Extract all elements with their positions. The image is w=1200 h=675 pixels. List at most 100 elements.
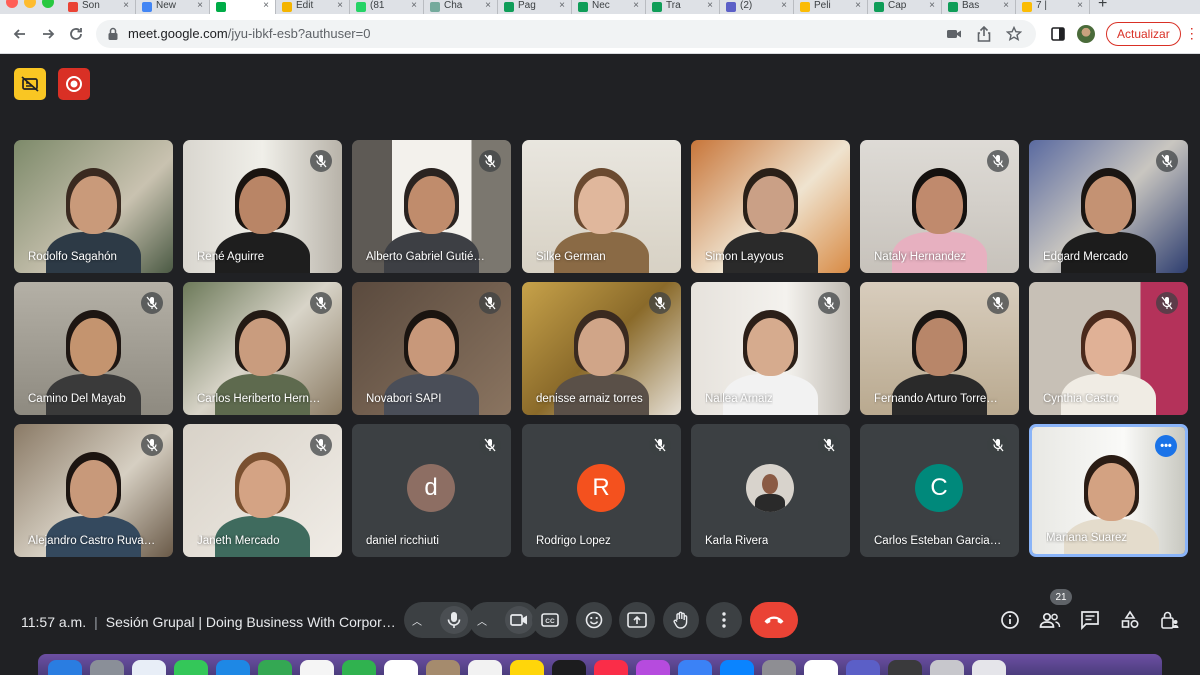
participant-tile[interactable]: Nataly Hernandez: [860, 140, 1019, 273]
close-tab-icon[interactable]: ×: [855, 0, 861, 11]
participant-tile[interactable]: Camino Del Mayab: [14, 282, 173, 415]
minimize-window-button[interactable]: [24, 0, 36, 8]
present-screen-button[interactable]: [619, 602, 655, 638]
contacts-icon[interactable]: [426, 660, 460, 675]
recording-indicator[interactable]: [58, 68, 90, 100]
side-panel-icon[interactable]: [1044, 20, 1072, 48]
browser-tab[interactable]: (2) ×: [720, 0, 794, 14]
participant-tile[interactable]: denisse arnaiz torres: [522, 282, 681, 415]
browser-tab[interactable]: Cap ×: [868, 0, 942, 14]
participant-tile[interactable]: Rodolfo Sagahón: [14, 140, 173, 273]
participant-tile[interactable]: Fernando Arturo Torre…: [860, 282, 1019, 415]
close-tab-icon[interactable]: ×: [707, 0, 713, 11]
close-tab-icon[interactable]: ×: [929, 0, 935, 11]
teams-app-icon[interactable]: [846, 660, 880, 675]
facetime-icon[interactable]: [342, 660, 376, 675]
chevron-up-icon[interactable]: ︿: [412, 613, 422, 628]
microphone-control[interactable]: ︿: [404, 602, 474, 638]
participant-tile[interactable]: Alberto Gabriel Gutié…: [352, 140, 511, 273]
update-button[interactable]: Actualizar: [1106, 21, 1181, 46]
close-tab-icon[interactable]: ×: [123, 0, 129, 11]
camera-button[interactable]: [505, 606, 533, 634]
zoom-window-button[interactable]: [42, 0, 54, 8]
browser-tab[interactable]: Pag ×: [498, 0, 572, 14]
browser-tab[interactable]: New ×: [136, 0, 210, 14]
trash-icon[interactable]: [972, 660, 1006, 675]
meeting-details-button[interactable]: [994, 604, 1026, 636]
captions-off-indicator[interactable]: [14, 68, 46, 100]
mail-icon[interactable]: [216, 660, 250, 675]
camera-control[interactable]: ︿: [469, 602, 539, 638]
browser-tab[interactable]: Son ×: [62, 0, 136, 14]
participant-tile[interactable]: Alejandro Castro Ruva…: [14, 424, 173, 557]
close-window-button[interactable]: [6, 0, 18, 8]
close-tab-icon[interactable]: ×: [485, 0, 491, 11]
new-tab-button[interactable]: +: [1090, 0, 1115, 13]
browser-tab[interactable]: Cha ×: [424, 0, 498, 14]
safari-icon[interactable]: [132, 660, 166, 675]
lock-icon[interactable]: [106, 27, 120, 41]
close-tab-icon[interactable]: ×: [411, 0, 417, 11]
forward-button[interactable]: [34, 20, 62, 48]
microphone-button[interactable]: [440, 606, 468, 634]
browser-tab[interactable]: Nec ×: [572, 0, 646, 14]
meeting-title[interactable]: Sesión Grupal | Doing Business With Corp…: [106, 614, 396, 630]
music-icon[interactable]: [594, 660, 628, 675]
tv-icon[interactable]: [552, 660, 586, 675]
activities-button[interactable]: [1114, 604, 1146, 636]
chevron-up-icon[interactable]: ︿: [477, 613, 487, 628]
calendar-app-icon[interactable]: [384, 660, 418, 675]
browser-tab[interactable]: Bas ×: [942, 0, 1016, 14]
people-button[interactable]: [1034, 604, 1066, 636]
back-button[interactable]: [6, 20, 34, 48]
app-store-icon[interactable]: [720, 660, 754, 675]
close-tab-icon[interactable]: ×: [197, 0, 203, 11]
terminal-icon[interactable]: [888, 660, 922, 675]
settings-icon[interactable]: [762, 660, 796, 675]
host-controls-button[interactable]: [1154, 604, 1186, 636]
news-icon[interactable]: [678, 660, 712, 675]
chrome-icon[interactable]: [804, 660, 838, 675]
profile-avatar[interactable]: [1072, 20, 1100, 48]
browser-tab[interactable]: Edit ×: [276, 0, 350, 14]
address-bar[interactable]: meet.google.com/jyu-ibkf-esb?authuser=0: [96, 19, 1036, 48]
browser-menu-icon[interactable]: ⋮: [1185, 25, 1199, 42]
bookmark-star-icon[interactable]: [1002, 22, 1026, 46]
close-tab-icon[interactable]: ×: [633, 0, 639, 11]
participant-tile[interactable]: Janeth Mercado: [183, 424, 342, 557]
more-options-button[interactable]: [706, 602, 742, 638]
participant-tile[interactable]: Nallea Arnaiz: [691, 282, 850, 415]
camera-indicator-icon[interactable]: [942, 22, 966, 46]
participant-tile[interactable]: Carlos Heriberto Hern…: [183, 282, 342, 415]
close-tab-icon[interactable]: ×: [781, 0, 787, 11]
participant-tile[interactable]: ••• Mariana Suarez: [1029, 424, 1188, 557]
participant-tile[interactable]: Novabori SAPI: [352, 282, 511, 415]
browser-tab[interactable]: 7 | ×: [1016, 0, 1090, 14]
participant-tile[interactable]: Silke German: [522, 140, 681, 273]
reactions-button[interactable]: [576, 602, 612, 638]
photos-icon[interactable]: [300, 660, 334, 675]
close-tab-icon[interactable]: ×: [337, 0, 343, 11]
participant-tile[interactable]: d daniel ricchiuti: [352, 424, 511, 557]
participant-tile[interactable]: Karla Rivera: [691, 424, 850, 557]
reload-button[interactable]: [62, 20, 90, 48]
participant-tile[interactable]: Edgard Mercado: [1029, 140, 1188, 273]
leave-call-button[interactable]: [750, 602, 798, 638]
launchpad-icon[interactable]: [90, 660, 124, 675]
close-tab-icon[interactable]: ×: [1003, 0, 1009, 11]
finder-icon[interactable]: [48, 660, 82, 675]
maps-icon[interactable]: [258, 660, 292, 675]
browser-tab[interactable]: ×: [210, 0, 276, 14]
chat-button[interactable]: [1074, 604, 1106, 636]
browser-tab[interactable]: Peli ×: [794, 0, 868, 14]
browser-tab[interactable]: Tra ×: [646, 0, 720, 14]
reminders-icon[interactable]: [468, 660, 502, 675]
participant-tile[interactable]: Cynthia Castro: [1029, 282, 1188, 415]
close-tab-icon[interactable]: ×: [1077, 0, 1083, 11]
participant-tile[interactable]: Simon Layyous: [691, 140, 850, 273]
notes-icon[interactable]: [510, 660, 544, 675]
participant-tile[interactable]: René Aguirre: [183, 140, 342, 273]
captions-button[interactable]: CC: [532, 602, 568, 638]
participant-tile[interactable]: R Rodrigo Lopez: [522, 424, 681, 557]
close-tab-icon[interactable]: ×: [263, 0, 269, 11]
